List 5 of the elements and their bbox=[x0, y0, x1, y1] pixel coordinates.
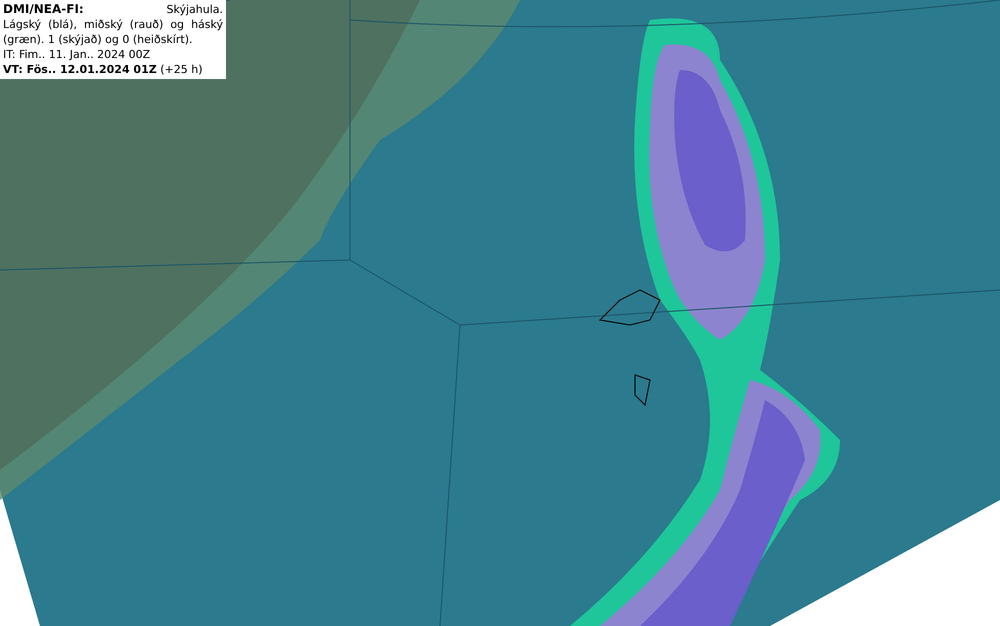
valid-time: VT: Fös.. 12.01.2024 01Z (+25 h) bbox=[3, 62, 204, 77]
issue-time: IT: Fim.. 11. Jan.. 2024 00Z bbox=[3, 47, 152, 62]
legend-source: DMI/NEA-FI: bbox=[3, 2, 84, 17]
legend-description: Lágský (blá), miðský (rauð) og háský (græn). 1 (skýjað) og 0 (heiðskírt). bbox=[3, 17, 223, 47]
legend-title: Skýjahula. bbox=[166, 2, 223, 17]
